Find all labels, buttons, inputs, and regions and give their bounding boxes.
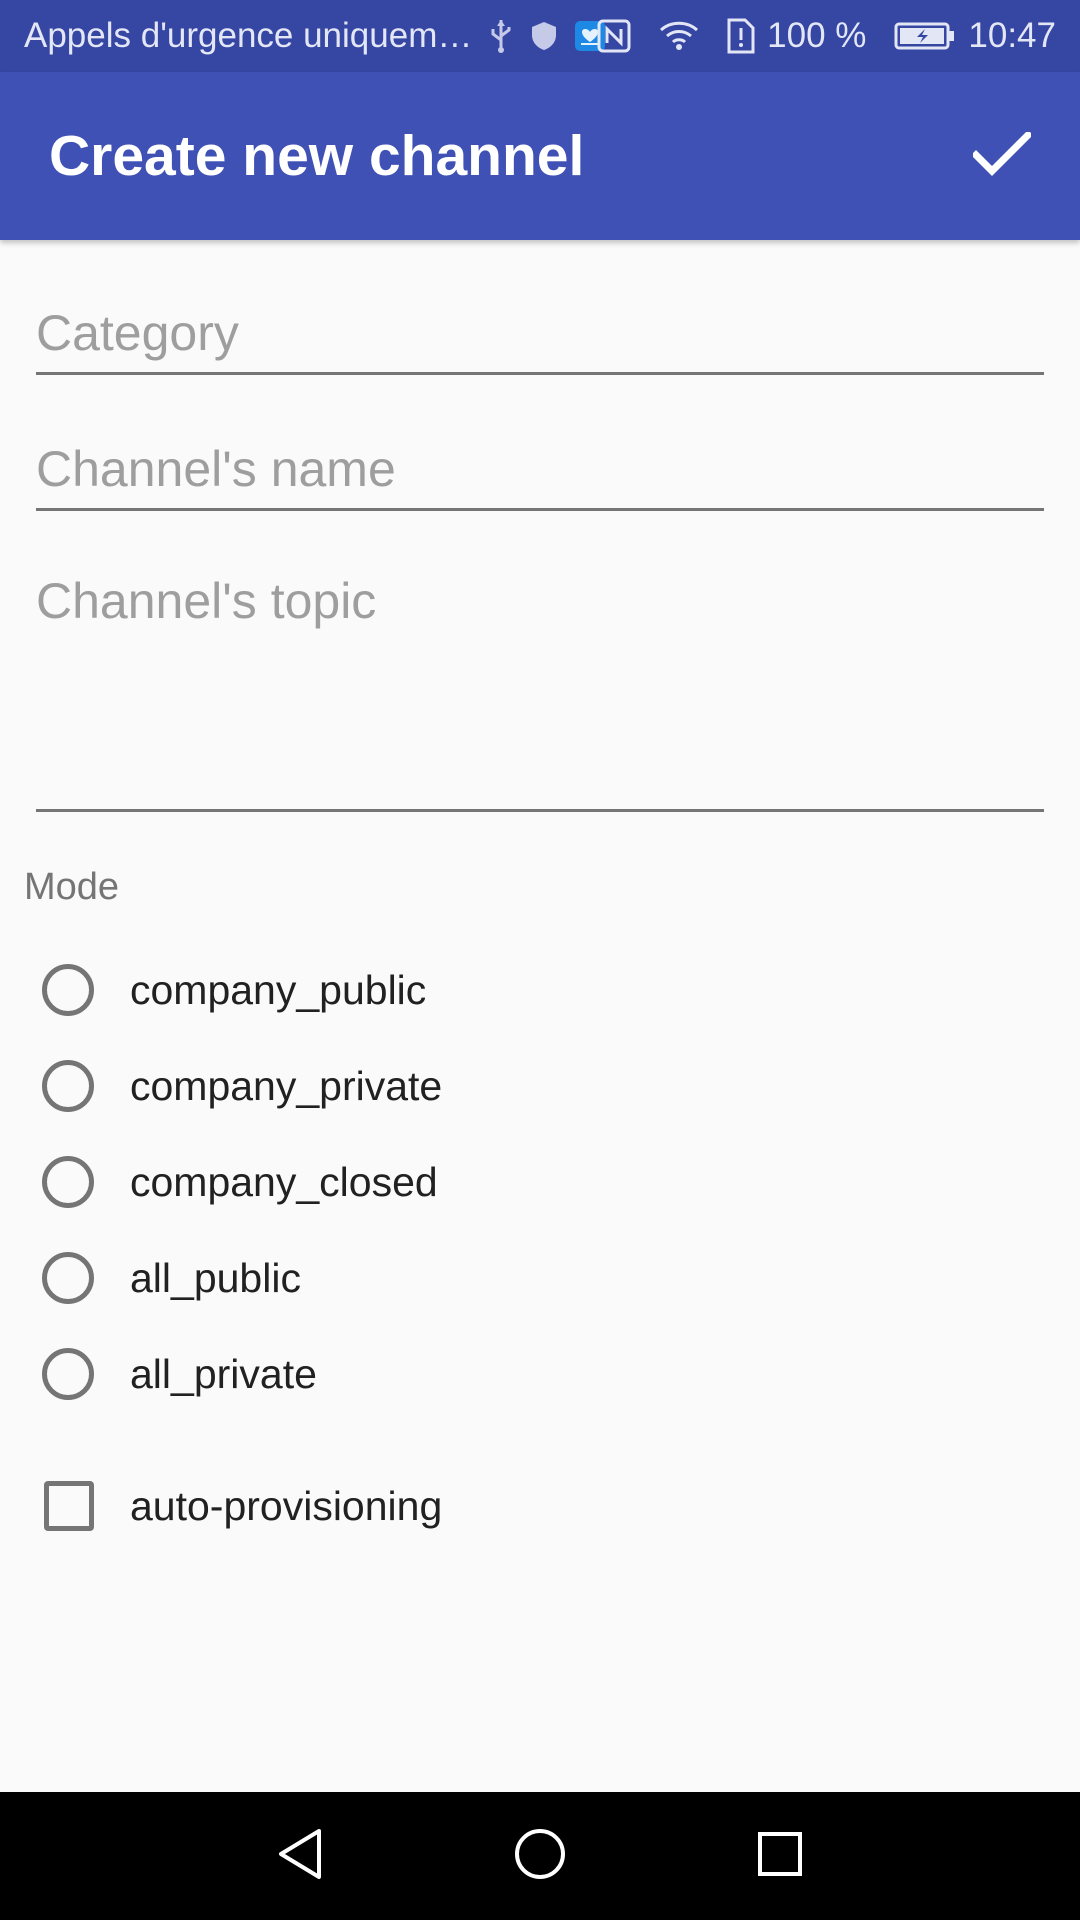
channel-topic-input[interactable] — [36, 572, 1044, 732]
battery-charging-icon — [894, 21, 956, 51]
category-field — [36, 300, 1044, 375]
recents-button[interactable] — [720, 1796, 840, 1916]
auto-provisioning-label: auto-provisioning — [130, 1482, 443, 1529]
navigation-bar — [0, 1792, 1080, 1920]
home-icon — [513, 1827, 567, 1886]
wifi-icon — [659, 20, 699, 52]
radio-option-all-public[interactable]: all_public — [36, 1235, 301, 1321]
radio-button[interactable] — [42, 1060, 94, 1112]
radio-button[interactable] — [42, 964, 94, 1016]
app-bar: Create new channel — [0, 72, 1080, 240]
home-button[interactable] — [480, 1796, 600, 1916]
clock: 10:47 — [968, 16, 1056, 55]
recents-icon — [756, 1830, 804, 1883]
category-input[interactable] — [36, 300, 1044, 366]
radio-option-company-public[interactable]: company_public — [36, 947, 426, 1033]
auto-provisioning-checkbox-row[interactable]: auto-provisioning — [36, 1463, 442, 1549]
confirm-button[interactable] — [954, 108, 1050, 204]
status-bar: Appels d'urgence uniquem… 100 % 10:47 — [0, 0, 1080, 72]
radio-button[interactable] — [42, 1348, 94, 1400]
radio-label: all_private — [130, 1350, 317, 1397]
usb-icon — [488, 18, 514, 54]
category-underline — [36, 372, 1044, 375]
radio-label: company_private — [130, 1062, 443, 1109]
channel-name-field — [36, 436, 1044, 511]
status-left: Appels d'urgence uniquem… — [0, 16, 606, 56]
radio-label: all_public — [130, 1254, 301, 1301]
back-icon — [275, 1827, 325, 1886]
radio-label: company_closed — [130, 1158, 438, 1205]
radio-option-all-private[interactable]: all_private — [36, 1331, 317, 1417]
radio-button[interactable] — [42, 1156, 94, 1208]
channel-name-underline — [36, 508, 1044, 511]
channel-name-input[interactable] — [36, 436, 1044, 502]
channel-topic-underline — [36, 809, 1044, 812]
back-button[interactable] — [240, 1796, 360, 1916]
radio-option-company-closed[interactable]: company_closed — [36, 1139, 438, 1225]
create-channel-screen: Appels d'urgence uniquem… 100 % 10:47 Cr… — [0, 0, 1080, 1920]
status-right: 100 % 10:47 — [581, 16, 1080, 56]
radio-button[interactable] — [42, 1252, 94, 1304]
nfc-icon — [597, 19, 631, 53]
battery-percent: 100 % — [767, 16, 867, 55]
carrier-text: Appels d'urgence uniquem… — [24, 16, 473, 55]
page-title: Create new channel — [49, 124, 585, 188]
check-icon — [971, 129, 1033, 181]
radio-option-company-private[interactable]: company_private — [36, 1043, 442, 1129]
shield-icon — [530, 20, 558, 52]
mode-label: Mode — [24, 866, 120, 908]
channel-topic-field — [36, 572, 1044, 812]
radio-label: company_public — [130, 966, 427, 1013]
auto-provisioning-checkbox[interactable] — [44, 1481, 94, 1531]
sim-alert-icon — [727, 18, 755, 54]
